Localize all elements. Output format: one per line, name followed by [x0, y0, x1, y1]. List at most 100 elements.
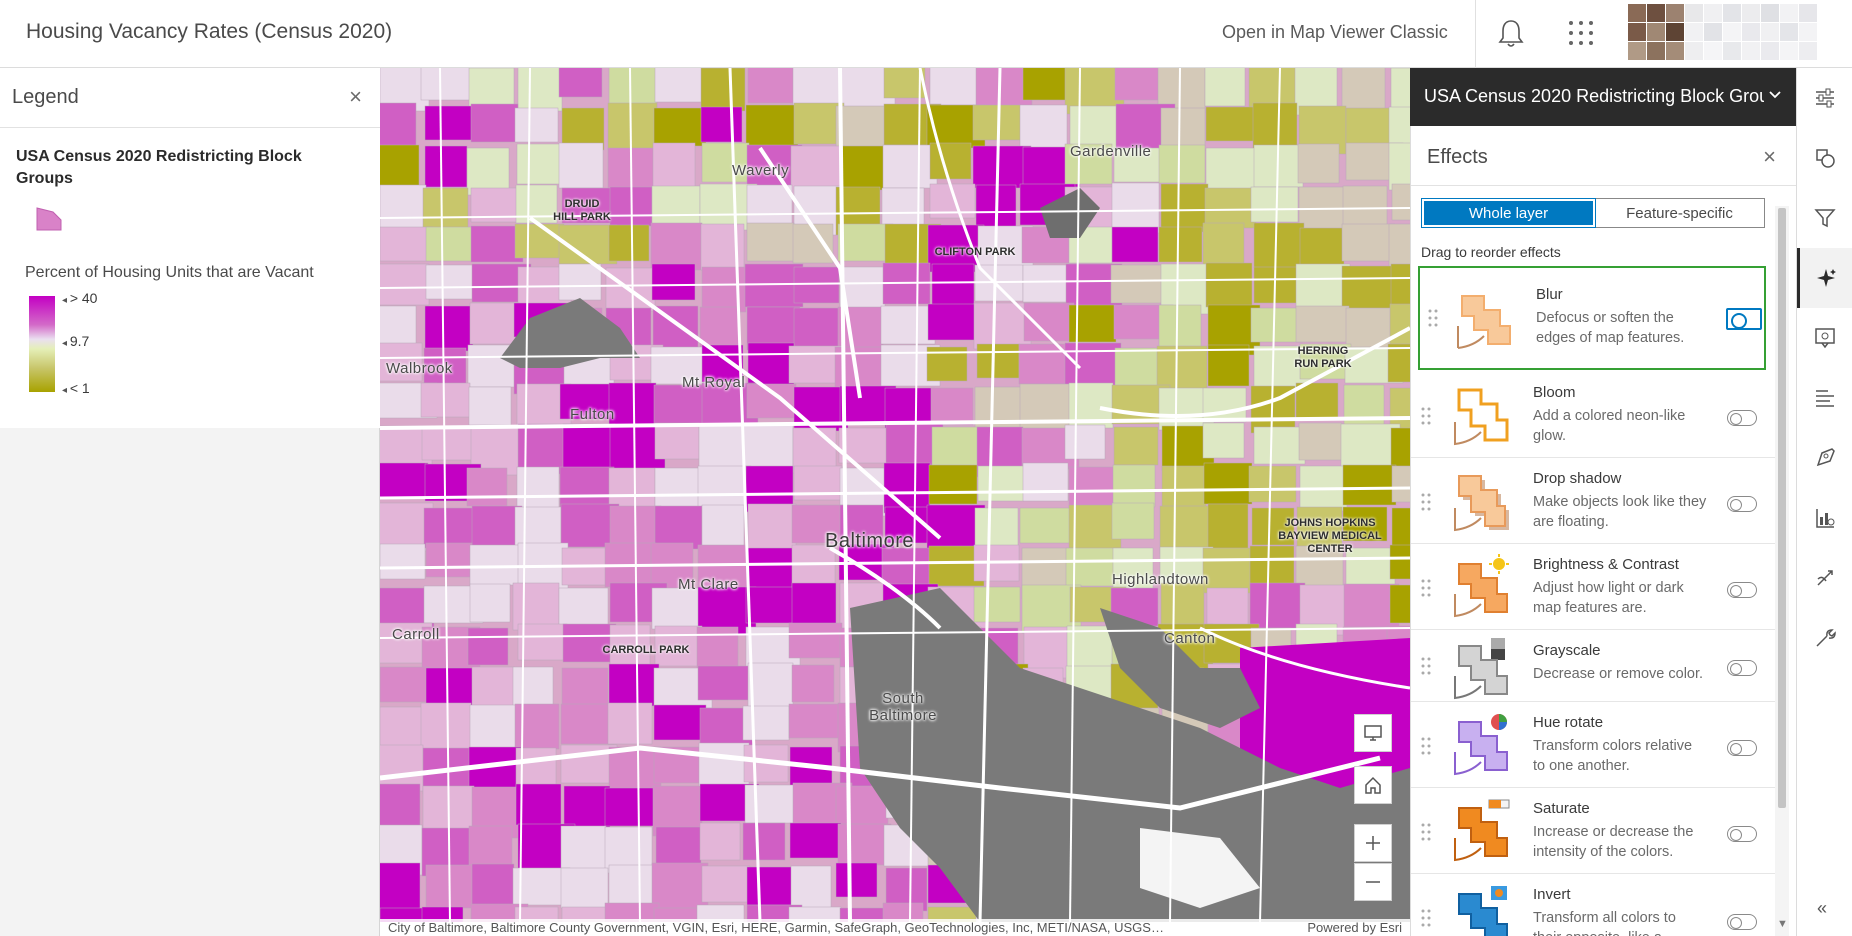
map-canvas[interactable] [380, 68, 1410, 922]
drag-handle-icon[interactable] [1421, 492, 1431, 512]
effect-name: Blur [1536, 286, 1563, 303]
filter-button[interactable] [1797, 188, 1852, 248]
label-mt-clare: Mt Clare [678, 576, 739, 593]
blur-toggle[interactable] [1726, 308, 1762, 330]
effect-item-hue-rotate[interactable]: Hue rotate Transform colors relative to … [1411, 702, 1775, 788]
effects-title: Effects [1427, 146, 1488, 168]
effect-description: Increase or decrease the intensity of th… [1533, 824, 1694, 860]
effect-name: Brightness & Contrast [1533, 556, 1679, 573]
effect-item-invert[interactable]: Invert Transform all colors to their opp… [1411, 874, 1775, 936]
effect-item-drop-shadow[interactable]: Drop shadow Make objects look like they … [1411, 458, 1775, 544]
tab-whole-layer[interactable]: Whole layer [1421, 198, 1596, 228]
collapse-panel-icon[interactable]: « [1817, 898, 1827, 919]
close-icon[interactable]: × [349, 84, 362, 110]
user-avatar[interactable] [1628, 4, 1817, 60]
close-icon[interactable]: × [1763, 144, 1776, 170]
invert-toggle[interactable] [1727, 914, 1757, 930]
label-clifton-park: CLIFTON PARK [934, 246, 1016, 258]
tools-button[interactable] [1797, 608, 1852, 668]
grayscale-toggle[interactable] [1727, 660, 1757, 676]
drop-shadow-toggle[interactable] [1727, 496, 1757, 512]
label-canton: Canton [1164, 630, 1216, 647]
effect-item-grayscale[interactable]: Grayscale Decrease or remove color. [1411, 630, 1775, 702]
legend-field-label: Percent of Housing Units that are Vacant [25, 264, 314, 281]
brightness-contrast-toggle[interactable] [1727, 582, 1757, 598]
label-mt-royal: Mt Royal [682, 374, 746, 391]
label-fulton: Fulton [570, 406, 615, 423]
drag-handle-icon[interactable] [1421, 406, 1431, 426]
app-header: Housing Vacancy Rates (Census 2020) Open… [0, 0, 1852, 68]
header-divider [1475, 0, 1476, 68]
effect-name: Bloom [1533, 384, 1576, 401]
effect-item-bloom[interactable]: Bloom Add a colored neon-like glow. [1411, 372, 1775, 458]
styles-button[interactable] [1797, 128, 1852, 188]
hue-rotate-toggle[interactable] [1727, 740, 1757, 756]
labels-button[interactable] [1797, 368, 1852, 428]
label-baltimore: Baltimore [825, 530, 914, 552]
drag-handle-icon[interactable] [1421, 908, 1431, 928]
bell-icon[interactable] [1497, 18, 1525, 48]
effects-button[interactable] [1797, 248, 1852, 308]
grayscale-effect-icon [1454, 638, 1508, 700]
home-button[interactable] [1354, 766, 1392, 804]
legend-card: Legend × USA Census 2020 Redistricting B… [0, 68, 380, 428]
effect-item-saturate[interactable]: Saturate Increase or decrease the intens… [1411, 788, 1775, 874]
bloom-toggle[interactable] [1727, 410, 1757, 426]
fields-button[interactable] [1797, 488, 1852, 548]
zoom-out-button[interactable] [1354, 863, 1392, 901]
label-gardenville: Gardenville [1070, 143, 1152, 160]
legend-title: Legend [12, 86, 79, 108]
hue-rotate-effect-icon [1454, 714, 1508, 776]
tab-feature-specific[interactable]: Feature-specific [1595, 199, 1764, 227]
legend-layer-name: USA Census 2020 Redistricting Block Grou… [16, 148, 302, 187]
chevron-down-icon [1769, 91, 1781, 99]
effect-name: Hue rotate [1533, 714, 1604, 731]
effect-description: Transform all colors to their opposite, … [1533, 910, 1676, 936]
settings-toolbar: « [1796, 68, 1852, 936]
legend-header: Legend × [0, 68, 380, 128]
legend-panel: Legend × USA Census 2020 Redistricting B… [0, 68, 380, 936]
analysis-button[interactable] [1797, 548, 1852, 608]
label-waverly: Waverly [732, 162, 790, 179]
drag-handle-icon[interactable] [1428, 308, 1438, 328]
properties-button[interactable] [1797, 68, 1852, 128]
screen-icon [1364, 725, 1382, 741]
invert-effect-icon [1458, 886, 1508, 936]
label-highlandtown: Highlandtown [1112, 571, 1209, 588]
effect-scope-toggle: Whole layer Feature-specific [1421, 198, 1765, 228]
brightness-contrast-effect-icon [1454, 554, 1509, 618]
fullscreen-button[interactable] [1354, 714, 1392, 752]
scroll-down-icon[interactable]: ▼ [1777, 918, 1788, 930]
saturate-toggle[interactable] [1727, 826, 1757, 842]
apps-grid-icon[interactable] [1567, 19, 1595, 47]
drag-handle-icon[interactable] [1421, 656, 1431, 676]
effect-item-brightness-contrast[interactable]: Brightness & Contrast Adjust how light o… [1411, 544, 1775, 630]
attribution-text[interactable]: City of Baltimore, Baltimore County Gove… [388, 920, 1164, 935]
label-south-baltimore: South Baltimore [869, 690, 937, 724]
layer-selector[interactable]: USA Census 2020 Redistricting Block Grou [1410, 68, 1796, 126]
drop-shadow-effect-icon [1454, 475, 1509, 532]
effect-description: Defocus or soften the edges of map featu… [1536, 310, 1685, 346]
drag-handle-icon[interactable] [1421, 578, 1431, 598]
map-view[interactable]: Waverly Gardenville DRUID HILL PARK CLIF… [380, 68, 1410, 922]
drag-handle-icon[interactable] [1421, 822, 1431, 842]
scrollbar-thumb[interactable] [1778, 208, 1786, 808]
powered-by-esri[interactable]: Powered by Esri [1307, 920, 1402, 935]
sketch-button[interactable] [1797, 428, 1852, 488]
configure-popups-icon [1815, 328, 1835, 349]
saturate-effect-icon [1454, 799, 1510, 862]
open-classic-link[interactable]: Open in Map Viewer Classic [1222, 22, 1448, 43]
zoom-in-icon [1366, 836, 1380, 850]
effect-description: Make objects look like they are floating… [1533, 494, 1707, 530]
labels-icon [1816, 390, 1834, 407]
label-herring-run-park: HERRING RUN PARK [1294, 345, 1352, 370]
ramp-label-low: < 1 [62, 380, 90, 396]
label-druid-hill-park: DRUID HILL PARK [553, 198, 611, 223]
configure-popups-button[interactable] [1797, 308, 1852, 368]
effects-panel: Effects × Whole layer Feature-specific D… [1410, 126, 1796, 936]
effect-item-blur[interactable]: Blur Defocus or soften the edges of map … [1418, 266, 1766, 370]
effect-description: Add a colored neon-like glow. [1533, 408, 1686, 444]
drag-handle-icon[interactable] [1421, 736, 1431, 756]
zoom-in-button[interactable] [1354, 824, 1392, 862]
tools-icon [1816, 629, 1836, 647]
